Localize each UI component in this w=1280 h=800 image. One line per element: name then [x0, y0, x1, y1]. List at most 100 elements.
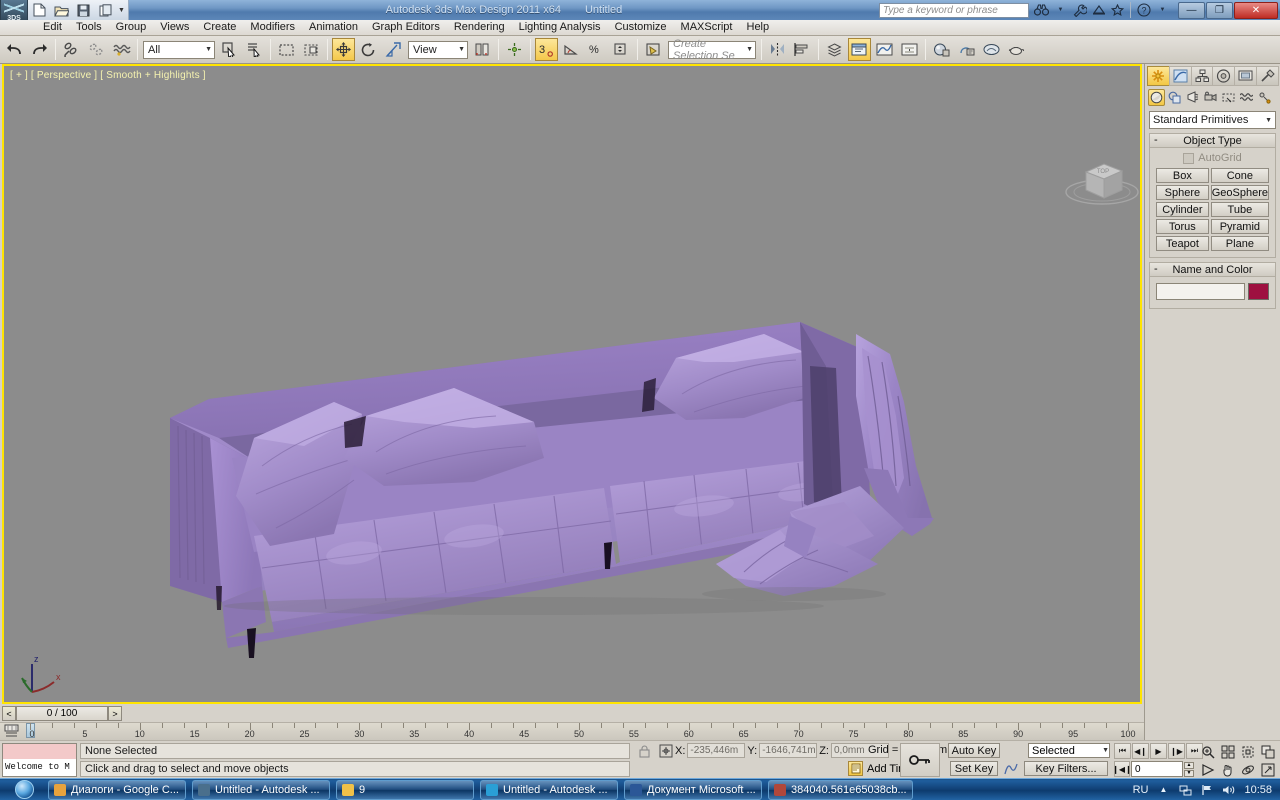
create-tab[interactable]	[1147, 66, 1170, 86]
pan-icon[interactable]	[1218, 761, 1237, 778]
field-of-view-icon[interactable]	[1198, 761, 1217, 778]
zoom-extents-icon[interactable]	[1238, 743, 1257, 760]
viewport-scene[interactable]: TOP z x	[4, 66, 1140, 702]
angle-snap-button[interactable]	[560, 38, 583, 61]
menu-item-tools[interactable]: Tools	[69, 20, 109, 35]
perspective-viewport[interactable]: TOP z x [ + ] [ Perspective ] [ Smooth +…	[2, 64, 1142, 704]
curve-editor-button[interactable]	[873, 38, 896, 61]
star-icon[interactable]	[1109, 2, 1126, 18]
modify-tab[interactable]	[1168, 66, 1192, 86]
autogrid-checkbox[interactable]	[1183, 152, 1195, 164]
render-production-button[interactable]	[1005, 38, 1028, 61]
key-mode-toggle-button[interactable]	[900, 743, 940, 777]
time-slider[interactable]: < 0 / 100 >	[2, 706, 122, 721]
frame-spinner[interactable]: ▲ ▼	[1184, 761, 1194, 777]
object-type-button-plane[interactable]: Plane	[1210, 236, 1269, 251]
bind-to-space-warp-button[interactable]	[110, 38, 133, 61]
toggle-scene-explorer-button[interactable]	[848, 38, 871, 61]
autogrid-row[interactable]: AutoGrid	[1156, 152, 1269, 164]
zoom-all-icon[interactable]	[1218, 743, 1237, 760]
set-key-filter-curve-icon[interactable]	[1002, 761, 1020, 776]
snaps-toggle-button[interactable]: 3	[535, 38, 558, 61]
key-filters-button[interactable]: Key Filters...	[1024, 761, 1108, 776]
name-and-color-header[interactable]: - Name and Color	[1150, 263, 1275, 277]
taskbar-item[interactable]: Документ Microsoft ...	[624, 779, 762, 800]
display-tab[interactable]	[1234, 66, 1258, 86]
taskbar-item[interactable]: Untitled - Autodesk ...	[480, 779, 618, 800]
edit-named-selection-sets-button[interactable]	[642, 38, 665, 61]
menu-item-group[interactable]: Group	[109, 20, 154, 35]
current-frame-field[interactable]: 0	[1131, 761, 1183, 777]
key-mode-toggle-icon[interactable]: ❙◀❙	[1112, 761, 1132, 777]
taskbar-item[interactable]: Диалоги - Google C...	[48, 779, 186, 800]
select-and-move-button[interactable]	[332, 38, 355, 61]
next-frame-arrow[interactable]: >	[108, 706, 122, 721]
select-and-scale-button[interactable]	[382, 38, 405, 61]
shapes-subtab[interactable]	[1166, 89, 1183, 106]
menu-item-customize[interactable]: Customize	[608, 20, 674, 35]
volume-icon[interactable]	[1222, 783, 1236, 797]
undo-button[interactable]	[3, 38, 26, 61]
schematic-view-button[interactable]	[898, 38, 921, 61]
search-input[interactable]: Type a keyword or phrase	[879, 2, 1029, 18]
mirror-button[interactable]	[766, 38, 789, 61]
menu-item-maxscript[interactable]: MAXScript	[674, 20, 740, 35]
help-icon[interactable]: ?	[1135, 2, 1152, 18]
menu-item-rendering[interactable]: Rendering	[447, 20, 512, 35]
restore-button[interactable]: ❐	[1206, 1, 1233, 19]
use-center-flyout-button[interactable]	[471, 38, 494, 61]
systems-subtab[interactable]	[1256, 89, 1273, 106]
next-frame-button[interactable]: ❙▶	[1168, 743, 1185, 759]
unlink-selection-button[interactable]	[85, 38, 108, 61]
select-and-rotate-button[interactable]	[357, 38, 380, 61]
maximize-viewport-icon[interactable]	[1258, 761, 1277, 778]
cameras-subtab[interactable]	[1202, 89, 1219, 106]
object-type-button-teapot[interactable]: Teapot	[1156, 236, 1209, 251]
coordinate-field[interactable]: -235,446m	[687, 743, 746, 758]
utilities-tab[interactable]	[1256, 66, 1279, 86]
time-tag-icon[interactable]	[848, 761, 863, 776]
timeline-ruler[interactable]: 5 10 15 20 25 30 35 40 45 50 55 60 65 70 75 80 85 90 95 100…	[0, 722, 1144, 740]
object-type-button-pyramid[interactable]: Pyramid	[1210, 219, 1269, 234]
binoculars-icon[interactable]	[1033, 2, 1050, 18]
object-name-input[interactable]	[1156, 283, 1245, 300]
rectangular-selection-region-button[interactable]	[275, 38, 298, 61]
wrench-icon[interactable]	[1071, 2, 1088, 18]
object-category-combo[interactable]: Standard Primitives ▼	[1149, 111, 1276, 129]
select-by-name-button[interactable]	[243, 38, 266, 61]
motion-tab[interactable]	[1212, 66, 1236, 86]
object-type-header[interactable]: - Object Type	[1150, 134, 1275, 148]
help-dropdown-icon[interactable]: ▼	[1154, 2, 1171, 18]
menu-item-views[interactable]: Views	[153, 20, 196, 35]
close-button[interactable]: ✕	[1234, 1, 1278, 19]
current-frame-display[interactable]: 0 / 100	[16, 706, 108, 721]
material-editor-button[interactable]	[930, 38, 953, 61]
select-and-manipulate-button[interactable]	[503, 38, 526, 61]
quick-access-dropdown-icon[interactable]: ▼	[118, 7, 125, 14]
go-to-start-button[interactable]: ⏮	[1114, 743, 1131, 759]
chevron-down-icon[interactable]: ▼	[1052, 2, 1069, 18]
key-selection-combo[interactable]: Selected ▼	[1028, 743, 1110, 758]
geometry-subtab[interactable]	[1148, 89, 1165, 106]
helpers-subtab[interactable]	[1220, 89, 1237, 106]
minimize-button[interactable]: —	[1178, 1, 1205, 19]
maxscript-mini-listener[interactable]: Welcome to M	[2, 743, 77, 777]
save-file-icon[interactable]	[73, 1, 93, 19]
render-setup-button[interactable]	[955, 38, 978, 61]
lights-subtab[interactable]	[1184, 89, 1201, 106]
select-object-button[interactable]	[218, 38, 241, 61]
menu-item-help[interactable]: Help	[740, 20, 777, 35]
taskbar-clock[interactable]: 10:58	[1244, 784, 1272, 796]
coordinate-field[interactable]: -1646,741m	[759, 743, 818, 758]
play-animation-button[interactable]: ▶	[1150, 743, 1167, 759]
space-warps-subtab[interactable]	[1238, 89, 1255, 106]
taskbar-item[interactable]: Untitled - Autodesk ...	[192, 779, 330, 800]
auto-key-button[interactable]: Auto Key	[948, 743, 1000, 758]
selection-filter-combo[interactable]: All ▼	[143, 40, 215, 59]
object-type-button-torus[interactable]: Torus	[1156, 219, 1209, 234]
show-hidden-icons-icon[interactable]: ▲	[1156, 783, 1170, 797]
percent-snap-button[interactable]: %	[585, 38, 608, 61]
previous-frame-arrow[interactable]: <	[2, 706, 16, 721]
hierarchy-tab[interactable]	[1190, 66, 1214, 86]
menu-item-lighting-analysis[interactable]: Lighting Analysis	[512, 20, 608, 35]
